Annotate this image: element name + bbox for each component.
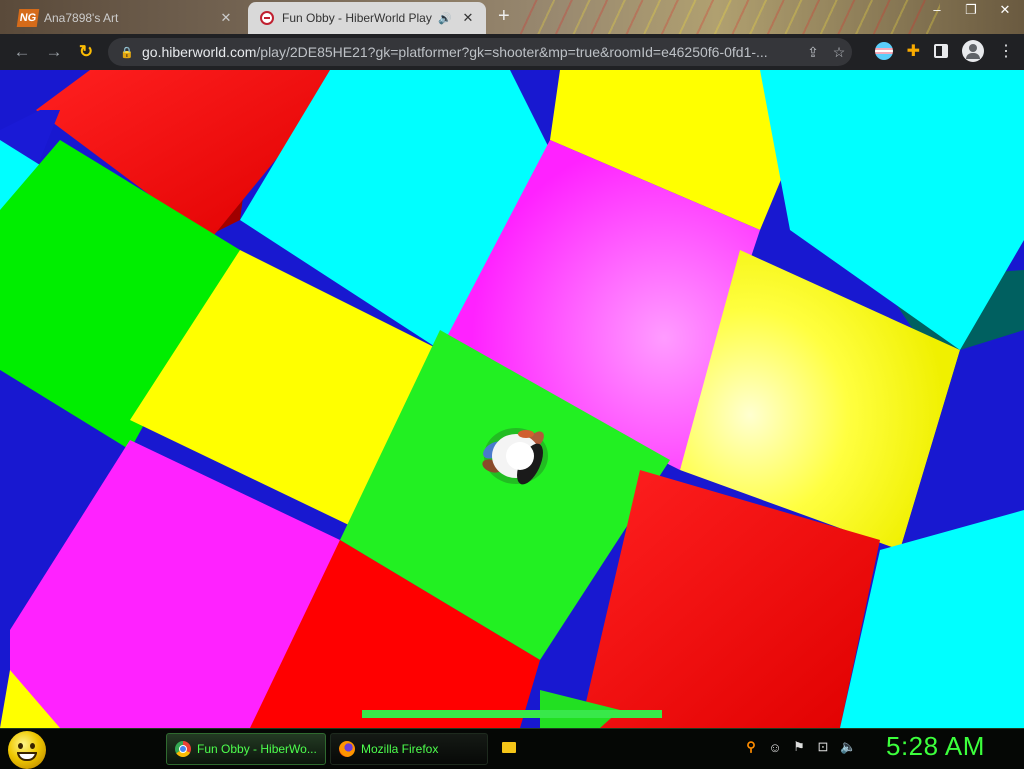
hiberworld-icon (260, 11, 274, 25)
folder-icon[interactable] (502, 742, 516, 753)
tab-fun-obby[interactable]: Fun Obby - HiberWorld Play 🔊 ✕ (248, 2, 486, 34)
speaker-icon[interactable]: 🔊 (438, 12, 452, 25)
browser-toolbar: ← → ↻ 🔒 go.hiberworld.com/play/2DE85HE21… (0, 34, 1024, 70)
firefox-icon (339, 741, 355, 757)
taskbar-clock[interactable]: 5:28 AM (886, 731, 985, 762)
forward-icon[interactable]: → (38, 42, 70, 62)
health-bar (362, 710, 662, 718)
tab-strip: NG Ana7898's Art ✕ Fun Obby - HiberWorld… (0, 0, 1024, 34)
close-window-icon[interactable]: ✕ (994, 2, 1016, 18)
taskbar-item-firefox[interactable]: Mozilla Firefox (330, 733, 488, 765)
minimize-icon[interactable]: – (926, 2, 948, 18)
share-icon[interactable]: ⇪ (800, 44, 826, 61)
messenger-icon[interactable]: ☺ (768, 740, 782, 755)
bookmark-star-icon[interactable]: ☆ (826, 44, 852, 61)
address-bar[interactable]: 🔒 go.hiberworld.com/play/2DE85HE21?gk=pl… (108, 38, 852, 66)
reload-icon[interactable]: ↻ (70, 42, 102, 62)
lock-icon[interactable]: 🔒 (120, 46, 134, 59)
action-center-flag-icon[interactable]: ⚑ (792, 739, 806, 755)
extensions-puzzle-icon[interactable]: ✚ (907, 41, 920, 61)
new-tab-button[interactable]: + (498, 6, 510, 26)
taskbar: Fun Obby - HiberWo... Mozilla Firefox ⚲ … (0, 728, 1024, 769)
url-text[interactable]: go.hiberworld.com/play/2DE85HE21?gk=plat… (142, 44, 800, 60)
close-icon[interactable]: ✕ (460, 10, 476, 26)
menu-kebab-icon[interactable]: ⋮ (998, 41, 1014, 61)
tab-title: Fun Obby - HiberWorld Play (282, 11, 432, 25)
volume-icon[interactable]: 🔈 (840, 739, 856, 755)
back-icon[interactable]: ← (6, 42, 38, 62)
chrome-icon (175, 741, 191, 757)
game-scene (0, 70, 1024, 728)
game-canvas[interactable] (0, 70, 1024, 728)
taskbar-item-label: Mozilla Firefox (361, 742, 439, 756)
restore-icon[interactable]: ❐ (960, 2, 982, 18)
tab-ana-art[interactable]: NG Ana7898's Art ✕ (4, 2, 244, 34)
network-icon[interactable]: ⊡ (816, 739, 830, 755)
start-button[interactable] (8, 731, 46, 769)
url-host: go.hiberworld.com (142, 44, 257, 60)
search-icon[interactable]: ⚲ (744, 739, 758, 755)
window-controls: – ❐ ✕ (926, 2, 1016, 18)
side-panel-icon[interactable] (934, 44, 948, 58)
taskbar-item-label: Fun Obby - HiberWo... (197, 742, 317, 756)
tab-title: Ana7898's Art (44, 11, 119, 25)
extension-flag-icon[interactable] (874, 42, 893, 60)
theme-artwork (520, 0, 940, 34)
close-icon[interactable]: ✕ (218, 10, 234, 26)
url-path: /play/2DE85HE21?gk=platformer?gk=shooter… (256, 44, 768, 60)
toolbar-right: ✚ ⋮ (874, 40, 1014, 62)
newgrounds-icon: NG (16, 9, 40, 27)
profile-avatar[interactable] (962, 40, 984, 62)
system-tray: ⚲ ☺ ⚑ ⊡ 🔈 (744, 739, 856, 755)
taskbar-item-chrome[interactable]: Fun Obby - HiberWo... (166, 733, 326, 765)
